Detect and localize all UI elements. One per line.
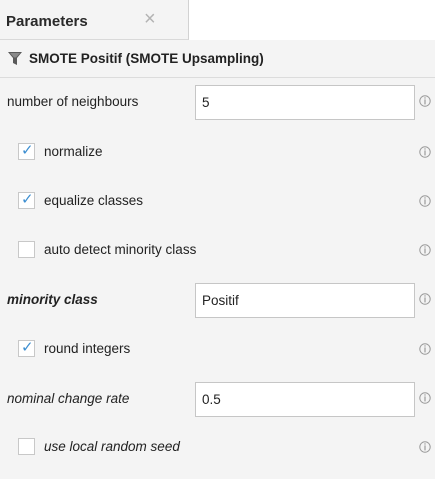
tab-strip: Parameters ×: [0, 0, 435, 40]
number-of-neighbours-input[interactable]: 5: [195, 85, 415, 120]
tab-parameters[interactable]: Parameters ×: [0, 0, 189, 40]
info-icon[interactable]: [419, 392, 431, 404]
auto-detect-minority-class-checkbox[interactable]: [18, 241, 35, 258]
info-icon[interactable]: [419, 441, 431, 453]
param-nominal-change-rate: nominal change rate 0.5: [0, 375, 435, 424]
filter-icon: [7, 51, 23, 70]
nominal-change-rate-input[interactable]: 0.5: [195, 382, 415, 417]
param-label: normalize: [44, 144, 103, 159]
check-icon: ✓: [21, 142, 34, 159]
param-number-of-neighbours: number of neighbours 5: [0, 78, 435, 127]
parameter-panel: number of neighbours 5 ✓ normalize ✓ equ…: [0, 78, 435, 479]
equalize-classes-checkbox[interactable]: ✓: [18, 191, 35, 209]
info-icon[interactable]: [419, 293, 431, 305]
param-label: use local random seed: [44, 439, 180, 454]
check-icon: ✓: [21, 339, 34, 356]
param-label: auto detect minority class: [44, 242, 197, 257]
operator-header: SMOTE Positif (SMOTE Upsampling): [0, 40, 435, 78]
check-icon: ✓: [21, 191, 34, 208]
use-local-random-seed-checkbox[interactable]: [18, 438, 35, 455]
param-label: round integers: [44, 341, 131, 356]
round-integers-checkbox[interactable]: ✓: [18, 339, 35, 357]
param-minority-class: minority class Positif: [0, 276, 435, 325]
normalize-checkbox[interactable]: ✓: [18, 142, 35, 160]
info-icon[interactable]: [419, 195, 431, 207]
info-icon[interactable]: [419, 244, 431, 256]
param-round-integers: ✓ round integers: [0, 326, 435, 375]
param-label: minority class: [7, 292, 98, 307]
param-label: number of neighbours: [7, 94, 139, 109]
close-icon[interactable]: ×: [144, 9, 156, 29]
param-use-local-random-seed: use local random seed: [0, 424, 435, 473]
tab-title: Parameters: [6, 13, 88, 30]
operator-name: SMOTE Positif (SMOTE Upsampling): [29, 51, 264, 66]
param-label: nominal change rate: [7, 391, 130, 406]
param-normalize: ✓ normalize: [0, 129, 435, 178]
param-equalize-classes: ✓ equalize classes: [0, 178, 435, 227]
param-label: equalize classes: [44, 193, 144, 208]
param-auto-detect-minority-class: auto detect minority class: [0, 227, 435, 276]
minority-class-input[interactable]: Positif: [195, 283, 415, 318]
info-icon[interactable]: [419, 146, 431, 158]
info-icon[interactable]: [419, 95, 431, 107]
info-icon[interactable]: [419, 343, 431, 355]
